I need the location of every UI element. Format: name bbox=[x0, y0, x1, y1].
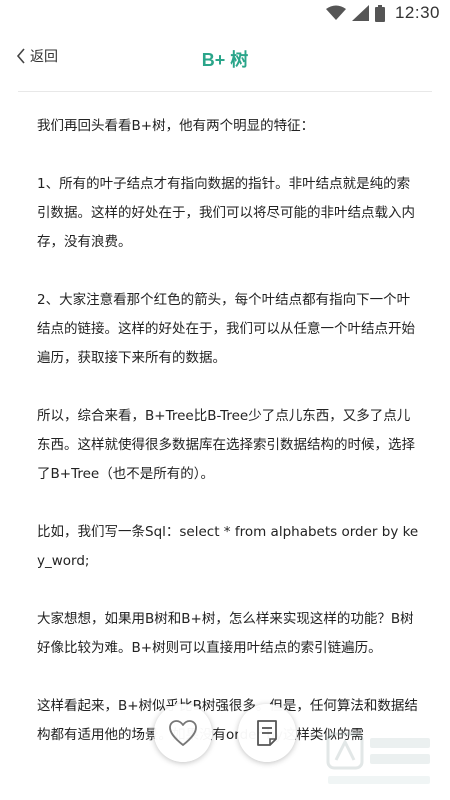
like-button[interactable] bbox=[154, 704, 212, 762]
notes-icon bbox=[257, 720, 277, 746]
article-paragraph: 比如，我们写一条Sql：select * from alphabets orde… bbox=[37, 524, 419, 569]
cellular-signal-icon bbox=[351, 5, 369, 21]
battery-icon bbox=[374, 4, 385, 22]
article-paragraph: 我们再回头看看B+树，他有两个明显的特征： bbox=[37, 118, 315, 134]
article-body: 我们再回头看看B+树，他有两个明显的特征： 1、所有的叶子结点才有指向数据的指针… bbox=[37, 112, 419, 779]
article-paragraph: 大家想想，如果用B树和B+树，怎么样来实现这样的功能？B树好像比较为难。B+树则… bbox=[37, 611, 414, 656]
article-paragraph: 所以，综合来看，B+Tree比B-Tree少了点儿东西，又多了点儿东西。这样就使… bbox=[37, 408, 415, 482]
status-time: 12:30 bbox=[394, 3, 440, 22]
notes-button[interactable] bbox=[238, 704, 296, 762]
screen: 12:30 返回 B+ 树 我们再回头看看B+树，他有两个明显的特征： 1、所有… bbox=[0, 0, 450, 800]
heart-icon bbox=[169, 720, 197, 746]
status-bar: 12:30 bbox=[0, 0, 450, 26]
article-paragraph: 2、大家注意看那个红色的箭头，每个叶结点都有指向下一个叶结点的链接。这样的好处在… bbox=[37, 292, 415, 366]
article-paragraph: 这样看起来，B+树似乎比B树强很多。但是，任何算法和数据结构都有适用他的场景。如… bbox=[37, 698, 418, 743]
wifi-icon bbox=[325, 5, 346, 21]
article-paragraph: 1、所有的叶子结点才有指向数据的指针。非叶结点就是纯的索引数据。这样的好处在于，… bbox=[37, 176, 415, 250]
header: 返回 B+ 树 bbox=[0, 40, 450, 76]
header-divider bbox=[18, 91, 432, 92]
page-title: B+ 树 bbox=[201, 50, 249, 70]
